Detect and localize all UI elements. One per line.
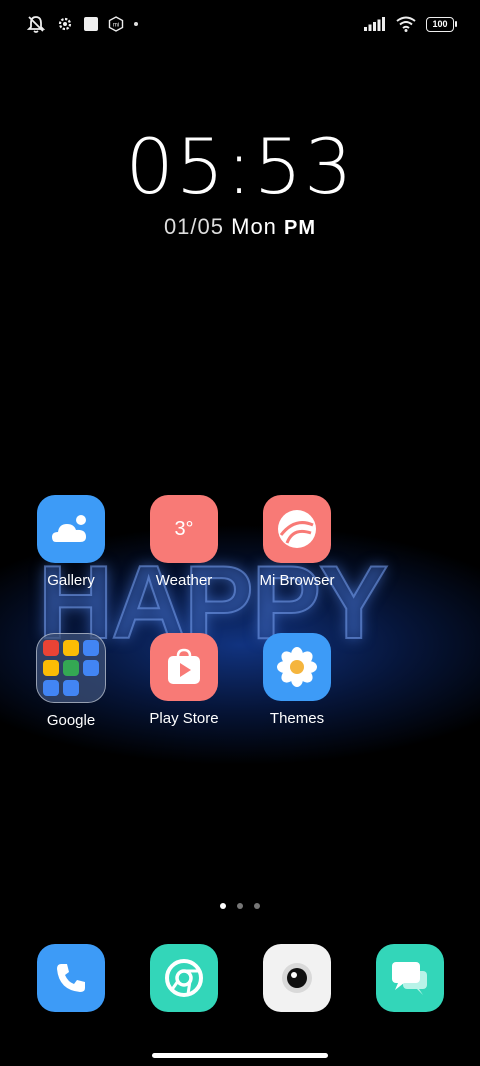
themes-flower-icon <box>263 633 331 701</box>
app-label: Gallery <box>47 572 95 589</box>
app-google-folder[interactable]: Google <box>16 633 126 729</box>
app-weather[interactable]: 3° Weather <box>129 495 239 589</box>
page-dot-3[interactable] <box>254 903 260 909</box>
mi-browser-icon <box>263 495 331 563</box>
meet-icon <box>63 660 79 676</box>
settings-gear-icon <box>58 17 72 31</box>
app-gallery[interactable]: Gallery <box>16 495 126 589</box>
status-left-icons: mi <box>26 14 138 34</box>
assistant-icon <box>63 680 79 696</box>
square-notification-icon <box>84 17 98 31</box>
page-dot-2[interactable] <box>237 903 243 909</box>
gmail-icon <box>63 640 79 656</box>
clock-time[interactable]: 05:53 <box>0 122 480 211</box>
app-mi-browser[interactable]: Mi Browser <box>242 495 352 589</box>
status-bar: mi 100 <box>0 0 480 46</box>
mi-icon: mi <box>108 16 124 32</box>
messaging-icon <box>392 962 427 995</box>
dock-messaging[interactable] <box>376 944 444 1012</box>
weather-temperature: 3° <box>174 517 194 540</box>
page-indicator <box>0 903 480 909</box>
battery-level: 100 <box>432 19 448 29</box>
maps-icon <box>83 640 99 656</box>
play-store-icon <box>150 633 218 701</box>
mute-icon <box>26 16 46 33</box>
page-dot-1[interactable] <box>220 903 226 909</box>
chrome-icon <box>165 959 203 997</box>
clock-weekday: Mon <box>231 214 277 239</box>
wifi-icon <box>396 16 416 32</box>
battery-icon: 100 <box>426 16 457 32</box>
clock-date-row[interactable]: 01/05 Mon PM <box>0 214 480 240</box>
app-label: Weather <box>155 572 213 589</box>
google-app-icon <box>43 640 59 656</box>
photos-icon <box>83 660 99 676</box>
drive-icon <box>43 660 59 676</box>
clock-period: PM <box>284 217 317 239</box>
svg-text:mi: mi <box>113 23 119 29</box>
phone-icon <box>57 964 85 992</box>
signal-icon <box>364 17 385 31</box>
app-themes[interactable]: Themes <box>242 633 352 727</box>
folder-app-grid <box>43 640 99 696</box>
app-label: Google <box>46 712 96 729</box>
dot-icon <box>134 22 138 26</box>
weather-icon: 3° <box>150 495 218 563</box>
dock-chrome[interactable] <box>150 944 218 1012</box>
app-label: Play Store <box>149 710 219 727</box>
home-gesture-bar[interactable] <box>152 1053 328 1058</box>
one-icon <box>43 680 59 696</box>
dock-phone[interactable] <box>37 944 105 1012</box>
status-right-icons: 100 <box>364 14 457 34</box>
dock-camera[interactable] <box>263 944 331 1012</box>
google-folder-icon <box>36 633 106 703</box>
app-label: Themes <box>269 710 325 727</box>
app-play-store[interactable]: Play Store <box>129 633 239 727</box>
camera-icon <box>282 963 312 993</box>
gallery-icon <box>37 495 105 563</box>
clock-date: 01/05 <box>163 214 224 239</box>
app-label: Mi Browser <box>259 572 335 589</box>
